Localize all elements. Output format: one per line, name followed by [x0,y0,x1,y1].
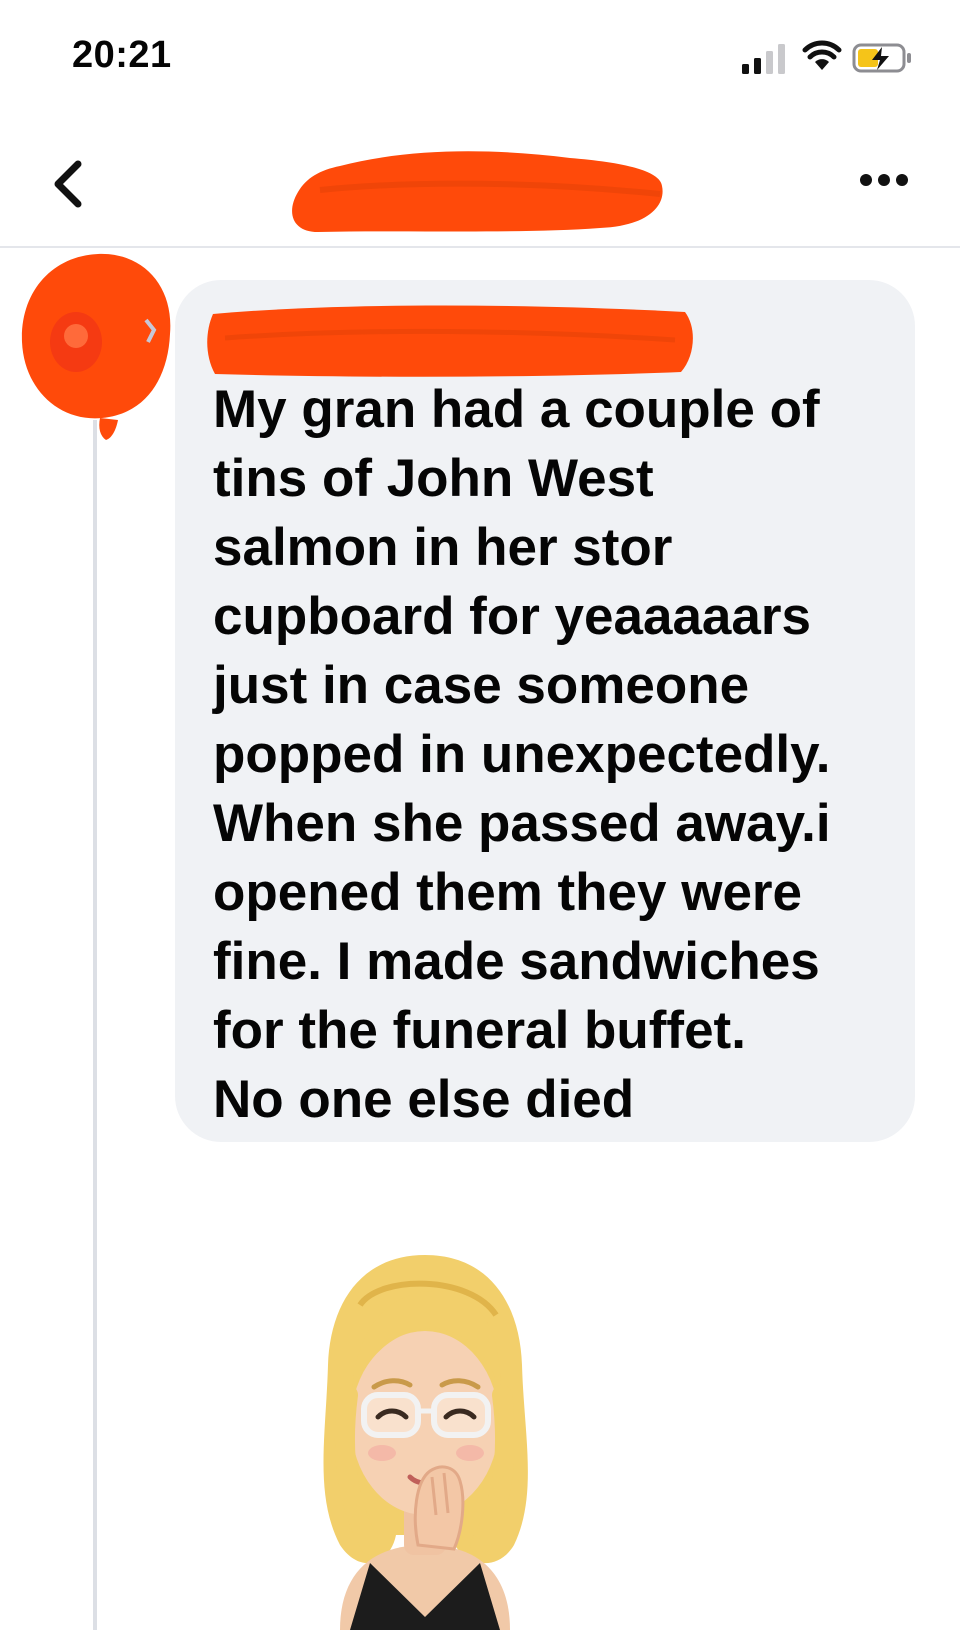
comment-text: My gran had a couple of tins of John Wes… [213,375,893,1134]
more-button[interactable] [854,160,914,200]
comment-line: for the funeral buffet. [213,1001,746,1060]
back-button[interactable] [44,154,94,214]
comment-line: opened them they were [213,863,803,922]
comment-line: My gran had a couple of [213,380,820,439]
comment-line: fine. I made sandwiches [213,932,820,991]
comment-line: No one else died [213,1070,635,1129]
comment-line: When she passed away.i [213,794,831,853]
wifi-icon [802,40,842,70]
comment-line: cupboard for yeaaaaars [213,587,811,646]
battery-charging-icon [852,43,911,73]
avatar-sticker-giggling-woman[interactable] [300,1245,550,1630]
status-time: 20:21 [72,34,172,76]
signal-icon [742,44,785,74]
chevron-left-icon [54,160,82,208]
comment-bubble[interactable]: My gran had a couple of tins of John Wes… [175,280,915,1142]
conversation-header [0,120,960,248]
status-bar: 20:21 [0,0,960,120]
comment-line: popped in unexpectedly. [213,725,831,784]
header-name-redacted [292,151,663,232]
more-horizontal-icon [860,174,908,186]
comment-line: just in case someone [213,656,750,715]
commenter-name-redacted [207,305,693,377]
comment-line: tins of John West [213,449,654,508]
avatar-redacted[interactable] [18,250,178,440]
thread-line [93,420,97,1630]
comment-line: salmon in her stor [213,518,673,577]
